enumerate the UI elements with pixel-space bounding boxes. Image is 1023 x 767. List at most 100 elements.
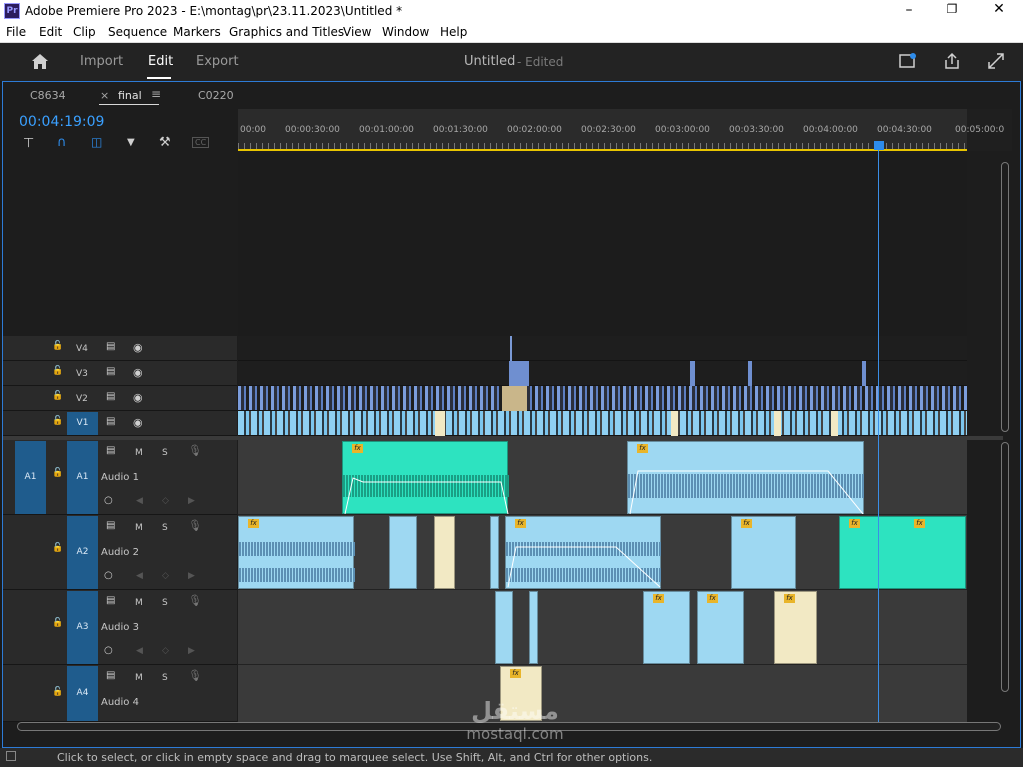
track-lane-v1[interactable] — [238, 411, 967, 436]
track-lane-a3[interactable]: fx fx fx — [238, 590, 967, 665]
microphone-icon[interactable]: 🎙 — [188, 669, 202, 682]
still-clip[interactable] — [502, 386, 527, 411]
microphone-icon[interactable]: 🎙 — [188, 444, 202, 457]
audio-clip-selected[interactable]: fx — [342, 441, 509, 514]
sync-lock-icon[interactable]: ▤ — [106, 445, 115, 456]
track-target-v1[interactable]: V1 — [67, 412, 98, 435]
mute-button[interactable]: M — [135, 523, 143, 533]
lock-icon[interactable]: 🔓 — [52, 416, 63, 426]
mute-button[interactable]: M — [135, 448, 143, 458]
still-clip[interactable] — [671, 411, 678, 436]
still-clip[interactable] — [435, 411, 445, 436]
lock-icon[interactable]: 🔓 — [52, 341, 63, 351]
prev-keyframe-icon[interactable]: ◀ — [136, 571, 143, 581]
mute-button[interactable]: M — [135, 598, 143, 608]
microphone-icon[interactable]: 🎙 — [188, 519, 202, 532]
video-clip[interactable] — [509, 361, 529, 386]
eye-icon[interactable]: ◉ — [133, 366, 143, 379]
tab-c8634[interactable]: C8634 — [30, 89, 66, 102]
home-icon[interactable] — [31, 53, 49, 70]
add-keyframe-icon[interactable]: ◇ — [162, 646, 169, 656]
volume-knob-icon[interactable]: ○ — [104, 495, 113, 506]
menu-sequence[interactable]: Sequence — [108, 25, 167, 39]
lock-icon[interactable]: 🔓 — [52, 687, 63, 697]
quick-export-icon[interactable] — [899, 53, 917, 69]
volume-knob-icon[interactable]: ○ — [104, 570, 113, 581]
snap-magnet-icon[interactable]: ∩ — [57, 135, 67, 150]
next-keyframe-icon[interactable]: ▶ — [188, 496, 195, 506]
sync-lock-icon[interactable]: ▤ — [106, 520, 115, 531]
close-icon[interactable]: ✕ — [987, 1, 1011, 19]
source-patch-a1[interactable]: A1 — [15, 441, 46, 514]
sync-lock-icon[interactable]: ▤ — [106, 416, 115, 427]
menu-file[interactable]: File — [6, 25, 26, 39]
prev-keyframe-icon[interactable]: ◀ — [136, 646, 143, 656]
tab-c0220[interactable]: C0220 — [198, 89, 234, 102]
menu-view[interactable]: View — [343, 25, 371, 39]
track-target-a4[interactable]: A4 — [67, 666, 98, 721]
sync-lock-icon[interactable]: ▤ — [106, 595, 115, 606]
workspace-import[interactable]: Import — [80, 54, 123, 69]
lock-icon[interactable]: 🔓 — [52, 391, 63, 401]
audio-clip[interactable]: fx — [643, 591, 690, 664]
restore-icon[interactable]: ❐ — [940, 2, 964, 20]
time-ruler[interactable]: 00:00 00:00:30:00 00:01:00:00 00:01:30:0… — [238, 109, 967, 151]
video-clip[interactable] — [862, 361, 866, 386]
audio-clip[interactable]: fx — [505, 516, 662, 589]
audio-clip[interactable]: fx — [731, 516, 796, 589]
prev-keyframe-icon[interactable]: ◀ — [136, 496, 143, 506]
workspace-export[interactable]: Export — [196, 54, 239, 69]
captions-icon[interactable]: CC — [192, 137, 210, 148]
still-audio-clip[interactable]: fx — [774, 591, 817, 664]
still-audio-clip[interactable] — [434, 516, 455, 589]
track-lane-v3[interactable] — [238, 361, 967, 386]
add-marker-icon[interactable]: ▼ — [127, 137, 135, 148]
volume-knob-icon[interactable]: ○ — [104, 645, 113, 656]
solo-button[interactable]: S — [162, 598, 168, 608]
eye-icon[interactable]: ◉ — [133, 391, 143, 404]
menu-help[interactable]: Help — [440, 25, 467, 39]
track-target-a2[interactable]: A2 — [67, 516, 98, 589]
workspace-edit[interactable]: Edit — [148, 54, 173, 69]
playhead-timecode[interactable]: 00:04:19:09 — [19, 114, 104, 130]
sync-lock-icon[interactable]: ▤ — [106, 366, 115, 377]
audio-clip[interactable] — [495, 591, 513, 664]
lock-icon[interactable]: 🔓 — [52, 543, 63, 553]
tab-final[interactable]: final — [118, 89, 142, 102]
track-lane-v2[interactable] — [238, 386, 967, 411]
menu-markers[interactable]: Markers — [173, 25, 221, 39]
lock-icon[interactable]: 🔓 — [52, 618, 63, 628]
fullscreen-icon[interactable] — [987, 52, 1005, 70]
audio-clip[interactable] — [389, 516, 417, 589]
audio-clip[interactable]: fx — [627, 441, 865, 514]
eye-icon[interactable]: ◉ — [133, 341, 143, 354]
eye-icon[interactable]: ◉ — [133, 416, 143, 429]
solo-button[interactable]: S — [162, 448, 168, 458]
sync-lock-icon[interactable]: ▤ — [106, 341, 115, 352]
track-lane-a2[interactable]: fx fx fx fx fx — [238, 515, 967, 590]
tab-close-icon[interactable]: × — [100, 89, 109, 102]
minimize-icon[interactable]: – — [897, 2, 921, 20]
video-empty-area[interactable] — [238, 153, 967, 336]
menu-edit[interactable]: Edit — [39, 25, 62, 39]
menu-graphics-titles[interactable]: Graphics and Titles — [229, 25, 344, 39]
linked-selection-icon[interactable]: ◫ — [91, 135, 102, 149]
lock-icon[interactable]: 🔓 — [52, 468, 63, 478]
share-icon[interactable] — [943, 52, 961, 70]
menu-window[interactable]: Window — [382, 25, 429, 39]
add-keyframe-icon[interactable]: ◇ — [162, 496, 169, 506]
solo-button[interactable]: S — [162, 523, 168, 533]
wrench-icon[interactable]: ⚒ — [159, 135, 171, 150]
lock-icon[interactable]: 🔓 — [52, 366, 63, 376]
work-area-bar[interactable] — [238, 149, 967, 151]
next-keyframe-icon[interactable]: ▶ — [188, 571, 195, 581]
still-clip[interactable] — [831, 411, 838, 436]
track-target-a1[interactable]: A1 — [67, 441, 98, 514]
audio-vertical-scrollbar[interactable] — [1001, 442, 1009, 692]
sync-lock-icon[interactable]: ▤ — [106, 670, 115, 681]
track-lane-v4[interactable] — [238, 336, 967, 361]
playhead-handle[interactable] — [874, 141, 884, 150]
insert-icon[interactable]: ⊤ — [23, 136, 34, 151]
add-keyframe-icon[interactable]: ◇ — [162, 571, 169, 581]
sync-lock-icon[interactable]: ▤ — [106, 391, 115, 402]
